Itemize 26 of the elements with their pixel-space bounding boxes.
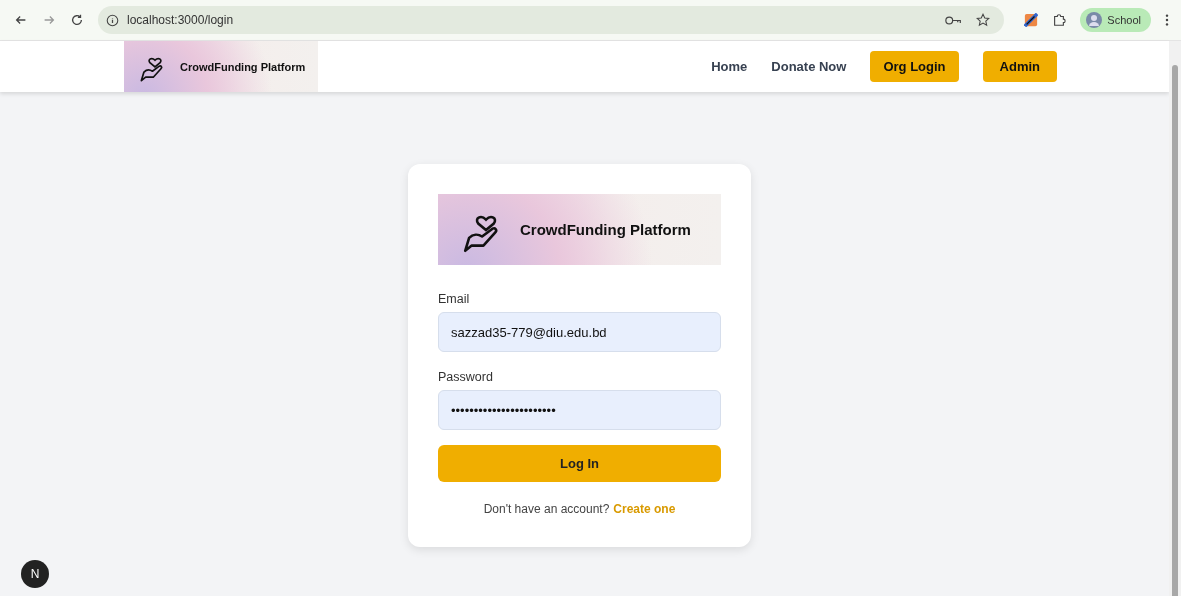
nav-link[interactable]: Home: [711, 59, 748, 74]
info-icon[interactable]: [106, 13, 119, 27]
logo-banner[interactable]: CrowdFunding Platform: [124, 41, 318, 92]
nav-button[interactable]: Admin: [982, 51, 1057, 82]
field-label: Email: [438, 292, 471, 306]
profile-chip[interactable]: School: [1080, 8, 1151, 32]
login-button[interactable]: Log In: [438, 445, 721, 482]
reload-icon[interactable]: [70, 13, 84, 27]
signup-prompt: Don't have an account?: [483, 502, 610, 516]
input-field[interactable]: •••••••••••••••••••••••: [438, 390, 721, 430]
field-label: Password: [438, 370, 494, 384]
menu-icon[interactable]: [1165, 13, 1169, 27]
dev-badge[interactable]: N: [21, 560, 49, 588]
extension-icon[interactable]: [1024, 13, 1039, 27]
logo-text: CrowdFunding Platform: [180, 60, 306, 73]
avatar-icon: [1086, 12, 1103, 28]
back-icon[interactable]: [14, 13, 28, 27]
url-text: localhost:3000/login: [127, 13, 234, 27]
nav-button[interactable]: Org Login: [870, 51, 959, 82]
star-icon[interactable]: [976, 13, 991, 27]
nav-link[interactable]: Donate Now: [771, 59, 847, 74]
key-icon[interactable]: [945, 14, 963, 26]
input-field[interactable]: sazzad35-779@diu.edu.bd: [438, 312, 721, 352]
logo-text: CrowdFunding Platform: [520, 221, 691, 238]
puzzle-icon[interactable]: [1052, 13, 1067, 27]
address-bar[interactable]: localhost:3000/login: [98, 6, 1005, 34]
